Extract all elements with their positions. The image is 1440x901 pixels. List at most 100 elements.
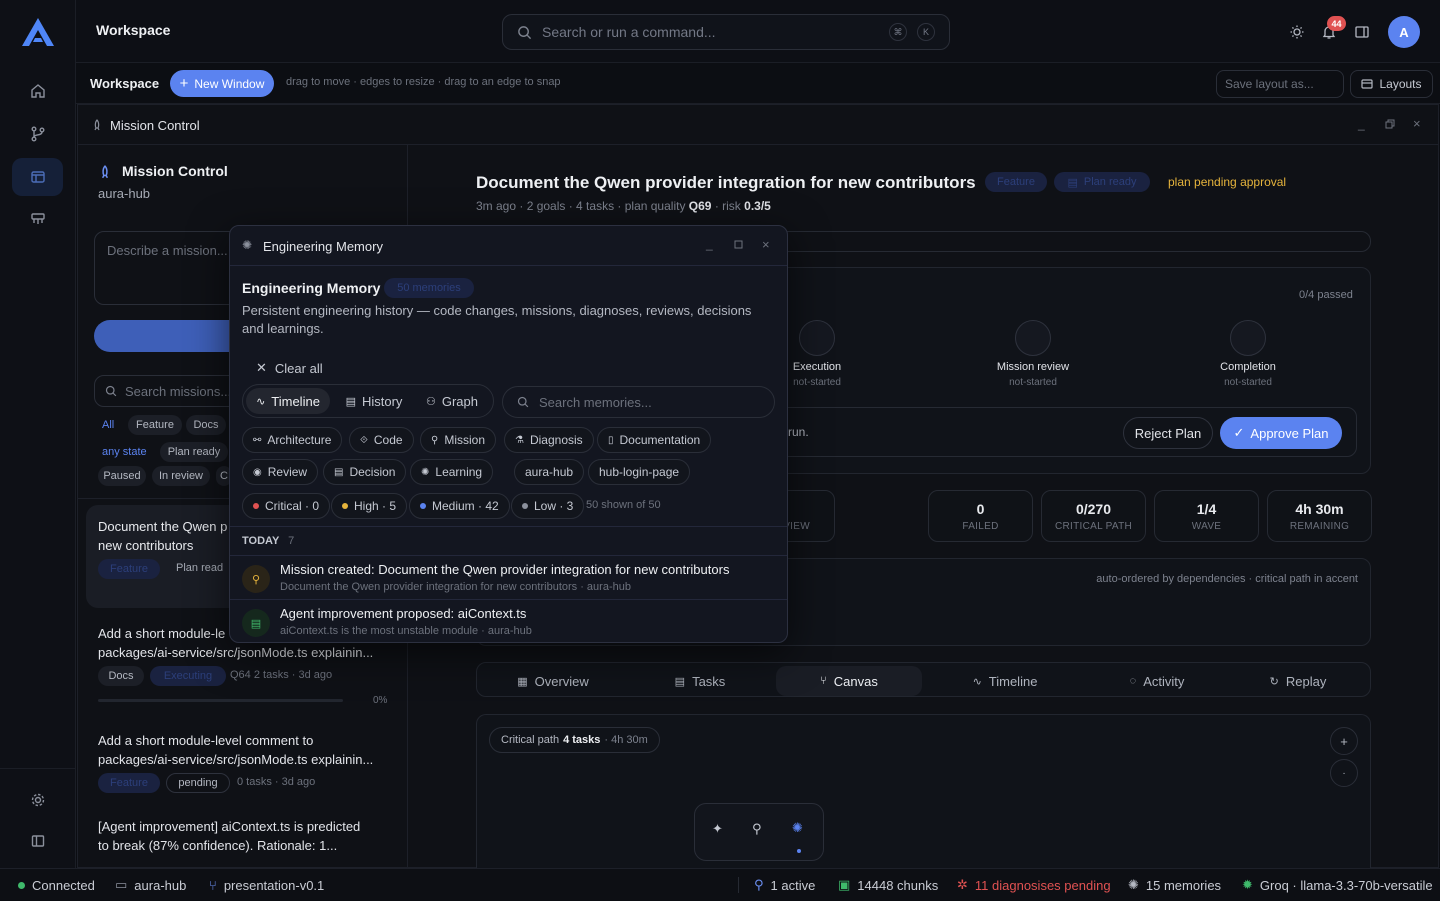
chunks-status[interactable]: ▣ 14448 chunks <box>838 869 938 901</box>
tab-canvas[interactable]: ⑂ Canvas <box>776 666 922 696</box>
severity-label: Medium · 42 <box>432 499 499 513</box>
filter-paused[interactable]: Paused <box>98 466 146 486</box>
sparkle-icon[interactable]: ✦ <box>712 821 723 837</box>
mission-item-title-line2: to break (87% confidence). Rationale: 1.… <box>98 838 338 853</box>
severity-critical[interactable]: Critical · 0 <box>242 493 331 519</box>
rocket-icon[interactable]: ⚲ <box>752 821 762 837</box>
tab-timeline[interactable]: ∿ Timeline <box>950 666 1060 696</box>
filter-plan-ready[interactable]: Plan ready <box>160 442 228 462</box>
filter-all[interactable]: All <box>102 419 114 431</box>
server-icon[interactable] <box>12 200 63 238</box>
mission-meta-prefix: 3m ago · 2 goals · 4 tasks · plan qualit… <box>476 199 686 213</box>
severity-medium[interactable]: Medium · 42 <box>409 493 510 519</box>
tab-replay[interactable]: ↻ Replay <box>1248 666 1348 696</box>
chip-decision[interactable]: ▤ Decision <box>323 459 407 485</box>
tab-tasks[interactable]: ▤ Tasks <box>650 666 750 696</box>
filter-in-review[interactable]: In review <box>152 466 210 486</box>
mission-canvas[interactable]: Critical path 4 tasks · 4h 30m + · ✦ ⚲ ✺ <box>476 714 1371 874</box>
chip-code[interactable]: ⟐ Code <box>349 427 414 453</box>
home-icon[interactable] <box>12 72 63 110</box>
theme-sun-icon[interactable] <box>1289 24 1305 40</box>
repo-status[interactable]: ▭ aura-hub <box>115 869 186 901</box>
chunks-label: 14448 chunks <box>857 877 939 893</box>
chip-diagnosis[interactable]: ⚗ Diagnosis <box>504 427 594 453</box>
approve-plan-label: Approve Plan <box>1250 425 1329 441</box>
mission-item-title-line2: packages/ai-service/src/jsonMode.ts expl… <box>98 752 374 767</box>
severity-label: High · 5 <box>354 499 397 513</box>
group-count: 7 <box>288 535 295 547</box>
mission-item-title-line2: new contributors <box>98 538 194 553</box>
mission-item-title[interactable]: [Agent improvement] aiContext.ts is pred… <box>98 819 360 834</box>
run-text: run. <box>788 425 809 439</box>
filter-feature[interactable]: Feature <box>128 415 182 435</box>
active-missions-status[interactable]: ⚲ 1 active <box>754 869 815 901</box>
mission-item-title[interactable]: Add a short module-le <box>98 626 225 641</box>
sidebar-title: Mission Control <box>122 163 228 179</box>
user-avatar[interactable]: A <box>1388 16 1420 48</box>
canvas-toolbox: ✦ ⚲ ✺ <box>694 803 824 861</box>
severity-high[interactable]: High · 5 <box>331 493 408 519</box>
clear-all-label: Clear all <box>274 360 323 376</box>
completion-check-icon <box>1230 320 1266 356</box>
close-icon[interactable]: × <box>762 237 770 252</box>
mission-meta: 3m ago · 2 goals · 4 tasks · plan qualit… <box>476 199 771 213</box>
layouts-button[interactable]: Layouts <box>1350 70 1433 98</box>
diagnoses-status[interactable]: ✲ 11 diagnosises pending <box>957 869 1111 901</box>
plan-approval-bar: run. Reject Plan ✓ Approve Plan <box>757 407 1357 457</box>
canvas-icon: ⑂ <box>820 675 827 687</box>
search-memories-input[interactable]: Search memories... <box>502 386 775 418</box>
filter-any-state[interactable]: any state <box>102 446 147 458</box>
severity-low[interactable]: Low · 3 <box>511 493 585 519</box>
zoom-out-button[interactable]: · <box>1330 759 1358 787</box>
restore-icon[interactable] <box>1385 119 1395 129</box>
window-titlebar[interactable]: Mission Control _ × <box>78 105 1438 145</box>
reject-plan-button[interactable]: Reject Plan <box>1123 417 1213 449</box>
chip-label: Learning <box>435 465 483 479</box>
minimize-icon[interactable]: _ <box>1358 117 1365 131</box>
view-graph[interactable]: ⚇ Graph <box>417 388 487 414</box>
mission-control-icon[interactable] <box>12 158 63 196</box>
tab-activity[interactable]: ◌ Activity <box>1098 666 1216 696</box>
zoom-in-button[interactable]: + <box>1330 727 1358 755</box>
mission-item-title[interactable]: Add a short module-level comment to <box>98 733 313 748</box>
tab-overview[interactable]: ▦ Overview <box>498 666 608 696</box>
approve-plan-button[interactable]: ✓ Approve Plan <box>1220 417 1342 449</box>
code-icon: ⟐ <box>360 434 368 446</box>
chip-repo-aura-hub[interactable]: aura-hub <box>514 459 585 485</box>
view-history[interactable]: ▤ History <box>337 388 411 414</box>
memory-view-switch: ∿ Timeline ▤ History ⚇ Graph <box>242 384 494 418</box>
git-branch-icon[interactable] <box>12 115 63 153</box>
memory-titlebar[interactable]: ✺ Engineering Memory _ × <box>230 226 787 266</box>
collapse-sidebar-icon[interactable] <box>12 822 63 860</box>
memories-status[interactable]: ✺ 15 memories <box>1128 869 1221 901</box>
chip-documentation[interactable]: ▯ Documentation <box>597 427 712 453</box>
chip-learning[interactable]: ✺ Learning <box>410 459 494 485</box>
kbd-k: K <box>917 23 935 41</box>
branch-status[interactable]: ⑂ presentation-v0.1 <box>209 869 324 901</box>
chip-architecture[interactable]: ⚯ Architecture <box>242 427 343 453</box>
memory-chip-icon: ✺ <box>242 238 253 252</box>
model-status[interactable]: ✹ Groq · llama-3.3-70b-versatile <box>1242 869 1433 901</box>
rocket-icon <box>94 119 100 131</box>
view-timeline[interactable]: ∿ Timeline <box>246 388 330 414</box>
memory-entry[interactable]: ⚲ Mission created: Document the Qwen pro… <box>230 556 787 599</box>
filter-docs[interactable]: Docs <box>186 415 226 435</box>
settings-gear-icon[interactable] <box>12 781 63 819</box>
tab-label: Tasks <box>692 673 726 689</box>
memory-chip-icon[interactable]: ✺ <box>792 820 803 836</box>
minimize-icon[interactable]: _ <box>706 237 713 251</box>
new-window-button[interactable]: + New Window <box>170 70 274 97</box>
memory-entry-title: Mission created: Document the Qwen provi… <box>280 562 730 577</box>
memory-entry[interactable]: ▤ Agent improvement proposed: aiContext.… <box>230 600 787 642</box>
panel-toggle-icon[interactable] <box>1354 24 1370 40</box>
clear-all-button[interactable]: ✕ Clear all <box>256 360 323 376</box>
command-search[interactable]: Search or run a command... ⌘ K <box>502 14 950 50</box>
layouts-icon <box>1361 79 1374 89</box>
chip-mission[interactable]: ⚲ Mission <box>420 427 497 453</box>
save-layout-input[interactable]: Save layout as... <box>1216 70 1344 98</box>
chip-repo-hub-login-page[interactable]: hub-login-page <box>588 459 691 485</box>
chip-review[interactable]: ◉ Review <box>242 459 319 485</box>
maximize-icon[interactable] <box>734 240 743 249</box>
branch-label: presentation-v0.1 <box>223 877 325 893</box>
close-window-icon[interactable]: × <box>1413 116 1421 131</box>
